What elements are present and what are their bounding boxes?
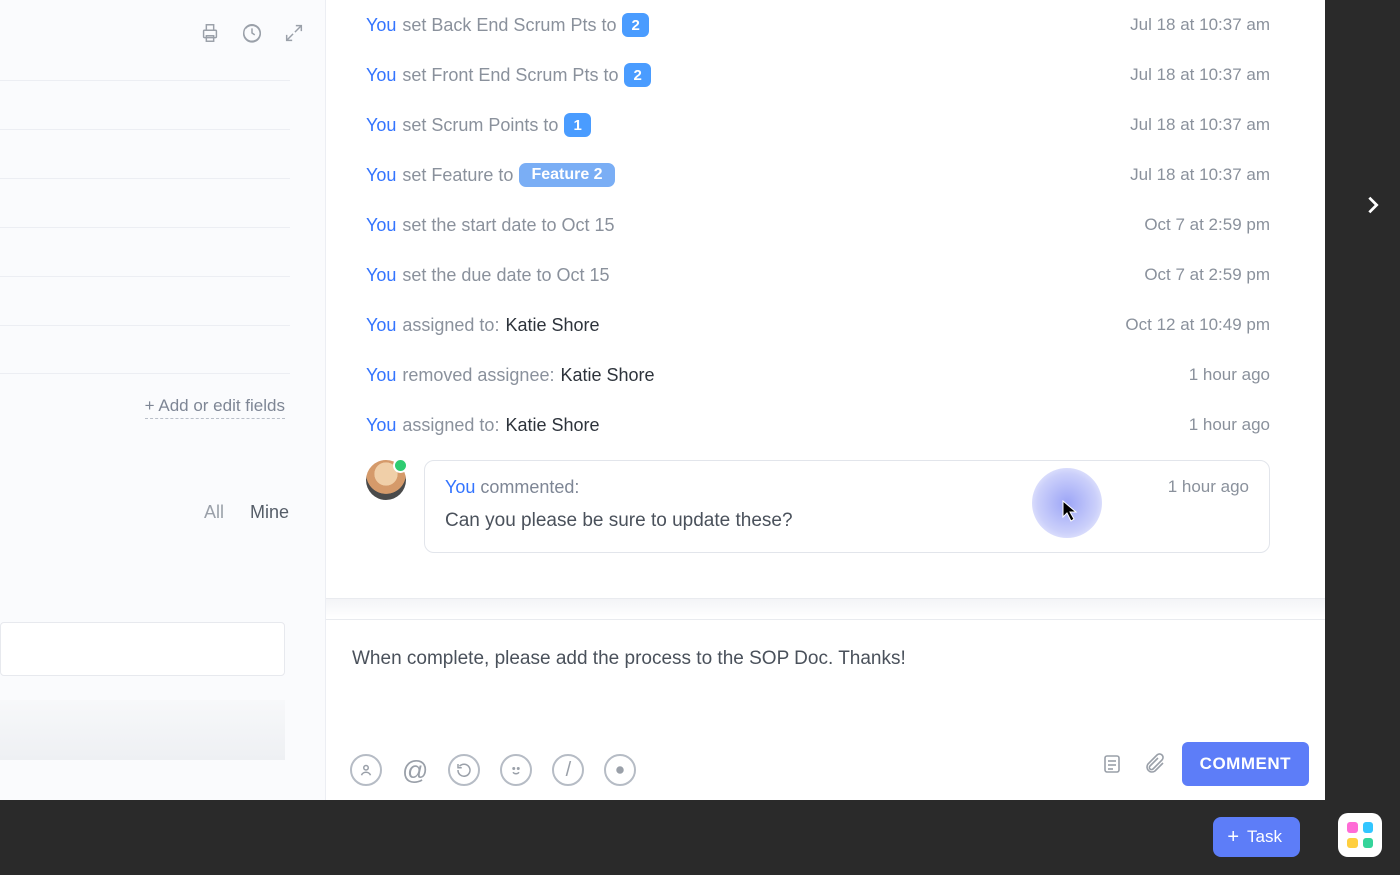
activity-list: You set Back End Scrum Pts to 2 Jul 18 a… xyxy=(366,0,1270,553)
activity-timestamp: Jul 18 at 10:37 am xyxy=(1130,165,1270,185)
activity-pill: 2 xyxy=(622,13,648,37)
activity-timestamp: Oct 12 at 10:49 pm xyxy=(1125,315,1270,335)
print-icon[interactable] xyxy=(199,22,221,44)
app-launcher-button[interactable] xyxy=(1338,813,1382,857)
add-edit-fields-link[interactable]: + Add or edit fields xyxy=(145,396,285,419)
comment-block: You commented: 1 hour ago Can you please… xyxy=(366,460,1270,553)
activity-person[interactable]: Katie Shore xyxy=(560,365,654,386)
activity-row: You set Back End Scrum Pts to 2 Jul 18 a… xyxy=(366,0,1270,50)
comment-composer: @ / xyxy=(326,619,1325,800)
comment-submit-button[interactable]: COMMENT xyxy=(1182,742,1309,786)
activity-person[interactable]: Katie Shore xyxy=(505,315,599,336)
activity-timestamp: Jul 18 at 10:37 am xyxy=(1130,115,1270,135)
comment-input[interactable] xyxy=(352,648,1285,692)
activity-verb: set the due date to Oct 15 xyxy=(402,265,609,286)
activity-timestamp: Oct 7 at 2:59 pm xyxy=(1144,265,1270,285)
activity-composer-divider xyxy=(326,598,1325,618)
mention-icon[interactable]: @ xyxy=(402,754,428,786)
activity-timestamp: Jul 18 at 10:37 am xyxy=(1130,65,1270,85)
activity-row: You assigned to: Katie Shore 1 hour ago xyxy=(366,400,1270,450)
comment-timestamp: 1 hour ago xyxy=(1168,477,1249,498)
activity-actor[interactable]: You xyxy=(366,315,396,336)
activity-row: You set the due date to Oct 15 Oct 7 at … xyxy=(366,250,1270,300)
refresh-icon[interactable] xyxy=(448,754,480,786)
activity-verb: set Scrum Points to xyxy=(402,115,558,136)
composer-toolbar: @ / xyxy=(350,754,636,786)
notes-icon[interactable] xyxy=(1098,750,1126,778)
activity-actor[interactable]: You xyxy=(366,65,396,86)
field-row[interactable] xyxy=(0,178,290,227)
activity-actor[interactable]: You xyxy=(366,165,396,186)
attachment-filter-tabs: All Mine xyxy=(204,502,289,523)
left-bottom-gradient xyxy=(0,700,285,760)
field-row[interactable] xyxy=(0,325,290,374)
activity-timestamp: Oct 7 at 2:59 pm xyxy=(1144,215,1270,235)
activity-row: You set Front End Scrum Pts to 2 Jul 18 … xyxy=(366,50,1270,100)
new-task-label: Task xyxy=(1247,827,1282,847)
comment-body: Can you please be sure to update these? xyxy=(445,510,1249,532)
activity-person[interactable]: Katie Shore xyxy=(505,415,599,436)
left-toolbar xyxy=(199,22,305,44)
comment-actor[interactable]: You xyxy=(445,477,475,497)
activity-actor[interactable]: You xyxy=(366,15,396,36)
activity-verb: removed assignee: xyxy=(402,365,554,386)
activity-pane: You set Back End Scrum Pts to 2 Jul 18 a… xyxy=(326,0,1325,800)
activity-row: You assigned to: Katie Shore Oct 12 at 1… xyxy=(366,300,1270,350)
field-row[interactable] xyxy=(0,80,290,129)
app-bottom-bar: + Task xyxy=(0,810,1400,875)
filter-mine[interactable]: Mine xyxy=(250,502,289,523)
comment-verb: commented: xyxy=(480,477,579,497)
activity-verb: assigned to: xyxy=(402,315,499,336)
field-row[interactable] xyxy=(0,227,290,276)
attachment-icon[interactable] xyxy=(1140,750,1168,778)
comment-card[interactable]: You commented: 1 hour ago Can you please… xyxy=(424,460,1270,553)
activity-actor[interactable]: You xyxy=(366,115,396,136)
slash-command-icon[interactable]: / xyxy=(552,754,584,786)
activity-timestamp: Jul 18 at 10:37 am xyxy=(1130,15,1270,35)
activity-verb: set Back End Scrum Pts to xyxy=(402,15,616,36)
left-fields-pane: + Add or edit fields All Mine xyxy=(0,0,326,800)
activity-verb: assigned to: xyxy=(402,415,499,436)
field-row[interactable] xyxy=(0,129,290,178)
activity-pill: 2 xyxy=(624,63,650,87)
activity-row: You set Scrum Points to 1 Jul 18 at 10:3… xyxy=(366,100,1270,150)
avatar[interactable] xyxy=(366,460,406,500)
activity-actor[interactable]: You xyxy=(366,215,396,236)
activity-pill: Feature 2 xyxy=(519,163,614,187)
activity-row: You set Feature to Feature 2 Jul 18 at 1… xyxy=(366,150,1270,200)
emoji-icon[interactable] xyxy=(500,754,532,786)
expand-icon[interactable] xyxy=(283,22,305,44)
task-detail-panel: + Add or edit fields All Mine You set Ba… xyxy=(0,0,1325,800)
plus-icon: + xyxy=(1227,827,1239,847)
history-icon[interactable] xyxy=(241,22,263,44)
filter-all[interactable]: All xyxy=(204,502,224,523)
activity-verb: set the start date to Oct 15 xyxy=(402,215,614,236)
activity-row: You removed assignee: Katie Shore 1 hour… xyxy=(366,350,1270,400)
next-task-button[interactable] xyxy=(1358,190,1388,220)
activity-pill: 1 xyxy=(564,113,590,137)
attachment-card[interactable] xyxy=(0,622,285,676)
activity-verb: set Front End Scrum Pts to xyxy=(402,65,618,86)
new-task-button[interactable]: + Task xyxy=(1213,817,1300,857)
field-row[interactable] xyxy=(0,276,290,325)
activity-row: You set the start date to Oct 15 Oct 7 a… xyxy=(366,200,1270,250)
activity-actor[interactable]: You xyxy=(366,415,396,436)
activity-verb: set Feature to xyxy=(402,165,513,186)
activity-actor[interactable]: You xyxy=(366,265,396,286)
activity-timestamp: 1 hour ago xyxy=(1189,415,1270,435)
record-icon[interactable] xyxy=(604,754,636,786)
activity-actor[interactable]: You xyxy=(366,365,396,386)
composer-right-actions: COMMENT xyxy=(1098,742,1309,786)
assign-comment-icon[interactable] xyxy=(350,754,382,786)
custom-fields-list xyxy=(0,80,290,374)
activity-timestamp: 1 hour ago xyxy=(1189,365,1270,385)
